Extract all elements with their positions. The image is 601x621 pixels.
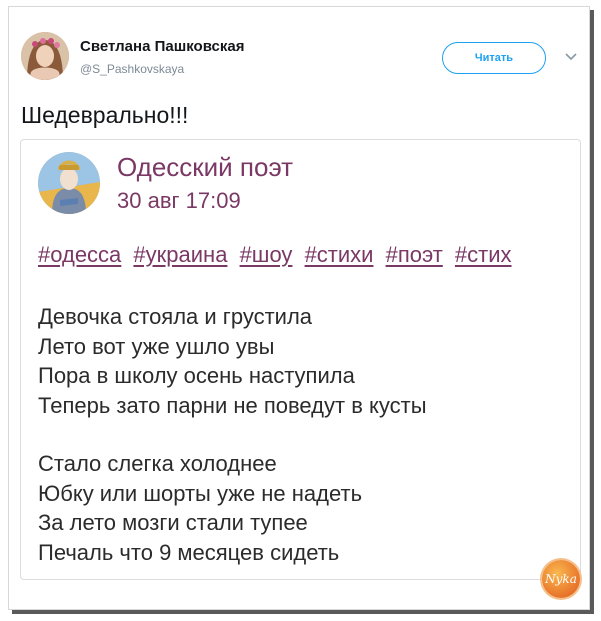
poem-stanza: Девочка стояла и грустила Лето вот уже у… [38,302,427,420]
follow-button[interactable]: Читать [442,42,546,74]
poet-avatar[interactable] [38,152,100,214]
poem-line: Лето вот уже ушло увы [38,333,275,359]
user-avatar[interactable] [21,32,69,80]
poem-line: Стало слегка холоднее [38,451,277,476]
embedded-post-card[interactable]: Одесский поэт 30 авг 17:09 #одесса #укра… [20,139,581,580]
tweet-text: Шедеврально!!! [21,102,189,128]
hashtag-link[interactable]: #поэт [386,242,443,267]
hashtag-link[interactable]: #одесса [38,242,121,267]
poem-stanza: Стало слегка холоднее Юбку или шорты уже… [38,449,427,567]
poem-line: За лето мозги стали тупее [38,510,308,535]
hashtag-link[interactable]: #украина [133,242,227,267]
watermark-logo: Nyka [542,560,580,598]
poem-line: Теперь зато парни не поведут в кусты [38,392,427,418]
user-handle[interactable]: @S_Pashkovskaya [80,62,184,76]
hashtag-link[interactable]: #стихи [305,242,374,267]
hashtag-link[interactable]: #стих [455,242,512,267]
poem-line: Печаль что 9 месяцев сидеть [38,539,340,565]
poem-line: Пора в школу осень наступила [38,363,355,388]
card-author[interactable]: Одесский поэт [117,152,293,183]
hashtag-list: #одесса #украина #шоу #стихи #поэт #стих [38,242,512,268]
poem-line: Юбку или шорты уже не надеть [38,480,363,506]
display-name[interactable]: Светлана Пашковская [80,38,244,55]
card-date[interactable]: 30 авг 17:09 [117,188,241,214]
hashtag-link[interactable]: #шоу [240,242,293,267]
chevron-down-icon[interactable] [564,52,578,62]
poem-line: Девочка стояла и грустила [38,304,313,329]
poem-text: Девочка стояла и грустила Лето вот уже у… [38,302,427,567]
